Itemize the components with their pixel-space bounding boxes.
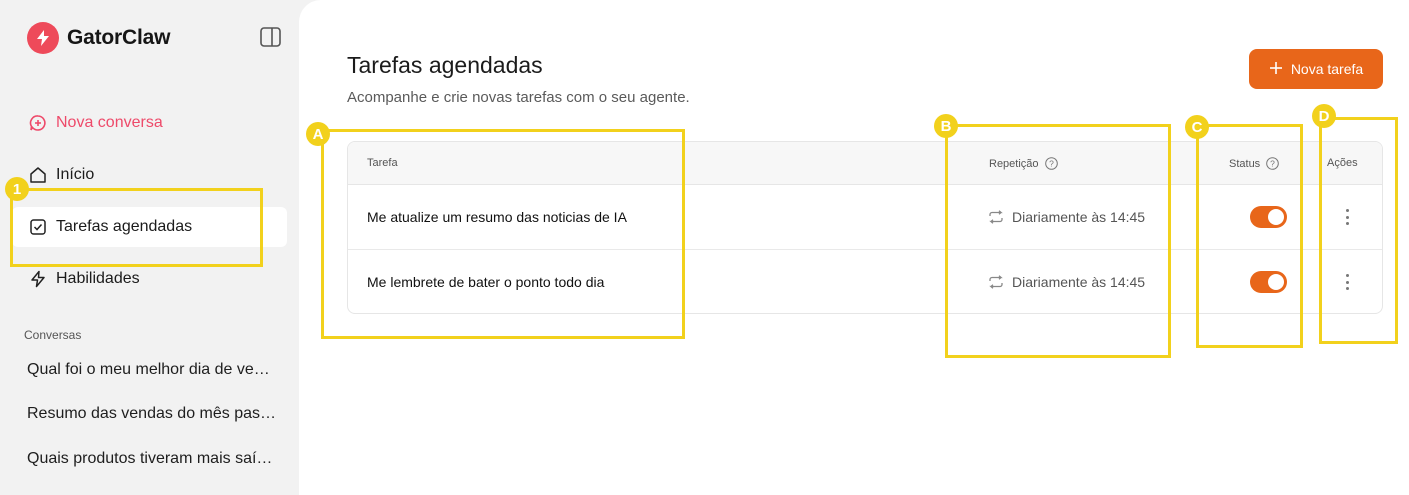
home-icon: [28, 165, 48, 185]
annotation-box-c: [1196, 124, 1303, 348]
annotation-badge-c: C: [1185, 115, 1209, 139]
chat-plus-icon: [28, 113, 48, 133]
sidebar-item-label: Habilidades: [56, 270, 140, 287]
annotation-badge-b: B: [934, 114, 958, 138]
annotation-box-b: [945, 124, 1171, 358]
conversation-item[interactable]: Qual foi o meu melhor dia de vendas?: [27, 361, 277, 379]
plus-icon: [1269, 61, 1283, 78]
new-task-button[interactable]: Nova tarefa: [1249, 49, 1383, 89]
conversation-item[interactable]: Quais produtos tiveram mais saída?: [27, 450, 277, 468]
annotation-badge-a: A: [306, 122, 330, 146]
new-task-label: Nova tarefa: [1290, 61, 1364, 77]
annotation-badge-1: 1: [5, 177, 29, 201]
app-name: GatorClaw: [67, 26, 171, 49]
sidebar-item-label: Início: [56, 166, 95, 183]
annotation-badge-d: D: [1312, 104, 1336, 128]
new-chat-button[interactable]: Nova conversa: [12, 103, 287, 143]
bolt-icon: [28, 269, 48, 289]
conversation-item[interactable]: Resumo das vendas do mês passado: [27, 405, 277, 423]
annotation-box-a: [321, 129, 685, 339]
page-subtitle: Acompanhe e crie novas tarefas com o seu…: [347, 89, 690, 106]
page-title: Tarefas agendadas: [347, 52, 543, 78]
sidebar-toggle-icon[interactable]: [260, 27, 281, 47]
new-chat-label: Nova conversa: [56, 114, 163, 131]
annotation-box-1: [10, 188, 263, 267]
logo[interactable]: GatorClaw: [27, 22, 170, 54]
annotation-box-d: [1319, 117, 1398, 344]
conversations-section-label: Conversas: [24, 328, 82, 342]
bolt-logo-icon: [27, 22, 59, 54]
